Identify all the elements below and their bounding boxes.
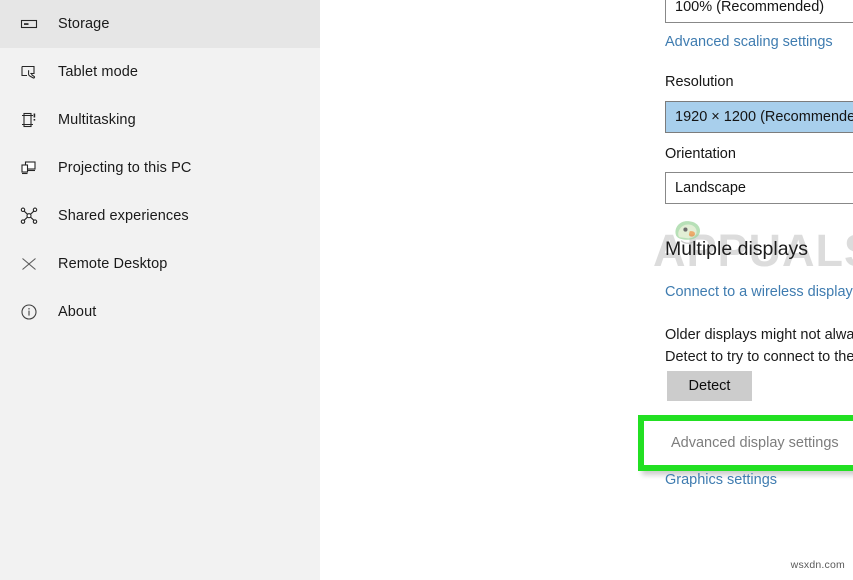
multitasking-windows-icon bbox=[14, 105, 44, 135]
sidebar-item-label: Storage bbox=[58, 16, 110, 32]
advanced-display-settings-link: Advanced display settings bbox=[671, 435, 839, 451]
orientation-dropdown[interactable]: Landscape bbox=[665, 172, 853, 204]
orientation-dropdown-value: Landscape bbox=[675, 180, 746, 196]
settings-window: Storage Tablet mode Multitasking Project… bbox=[0, 0, 853, 580]
sidebar-item-about[interactable]: About bbox=[0, 288, 320, 336]
sidebar-item-label: Projecting to this PC bbox=[58, 160, 192, 176]
sidebar-item-shared-experiences[interactable]: Shared experiences bbox=[0, 192, 320, 240]
sidebar-item-label: About bbox=[58, 304, 97, 320]
sidebar-item-remote-desktop[interactable]: Remote Desktop bbox=[0, 240, 320, 288]
multiple-displays-heading: Multiple displays bbox=[665, 238, 809, 260]
storage-drive-icon bbox=[14, 9, 44, 39]
projecting-screens-icon bbox=[14, 153, 44, 183]
remote-desktop-arrows-icon bbox=[14, 249, 44, 279]
resolution-dropdown[interactable]: 1920 × 1200 (Recommended) bbox=[665, 101, 853, 133]
sidebar-item-projecting-to-this-pc[interactable]: Projecting to this PC bbox=[0, 144, 320, 192]
display-settings-panel: 100% (Recommended) Advanced scaling sett… bbox=[320, 0, 853, 580]
sidebar-item-label: Multitasking bbox=[58, 112, 136, 128]
connect-wireless-display-link[interactable]: Connect to a wireless display bbox=[665, 284, 853, 300]
settings-sidebar: Storage Tablet mode Multitasking Project… bbox=[0, 0, 320, 580]
scale-dropdown[interactable]: 100% (Recommended) bbox=[665, 0, 853, 23]
shared-nodes-icon bbox=[14, 201, 44, 231]
resolution-dropdown-value: 1920 × 1200 (Recommended) bbox=[675, 109, 853, 125]
scale-dropdown-value: 100% (Recommended) bbox=[675, 0, 825, 15]
older-displays-description: Older displays might not always connect … bbox=[665, 327, 853, 365]
sidebar-item-label: Shared experiences bbox=[58, 208, 189, 224]
sidebar-item-label: Tablet mode bbox=[58, 64, 139, 80]
tablet-touch-icon bbox=[14, 57, 44, 87]
advanced-display-settings-highlight[interactable]: Advanced display settings bbox=[638, 415, 853, 471]
graphics-settings-link[interactable]: Graphics settings bbox=[665, 472, 777, 488]
sidebar-item-storage[interactable]: Storage bbox=[0, 0, 320, 48]
advanced-scaling-settings-link[interactable]: Advanced scaling settings bbox=[665, 34, 833, 50]
detect-button[interactable]: Detect bbox=[667, 371, 752, 401]
sidebar-item-multitasking[interactable]: Multitasking bbox=[0, 96, 320, 144]
orientation-label: Orientation bbox=[665, 146, 736, 162]
sidebar-item-label: Remote Desktop bbox=[58, 256, 168, 272]
resolution-label: Resolution bbox=[665, 74, 734, 90]
site-watermark: wsxdn.com bbox=[790, 559, 845, 571]
info-circle-icon bbox=[14, 297, 44, 327]
sidebar-item-tablet-mode[interactable]: Tablet mode bbox=[0, 48, 320, 96]
